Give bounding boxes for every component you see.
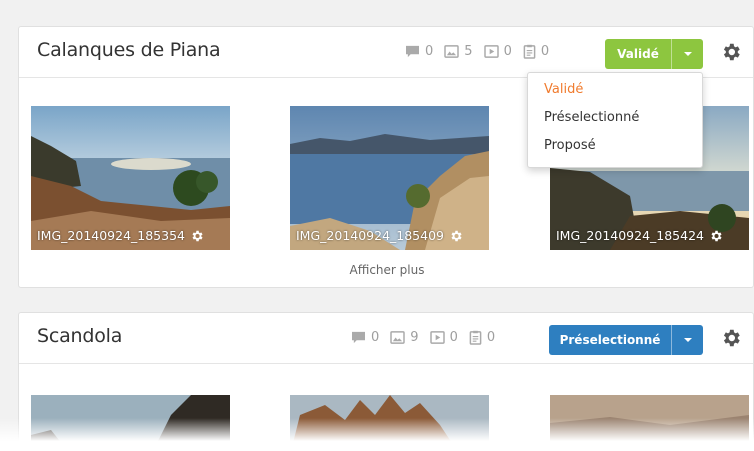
comment-icon bbox=[405, 45, 420, 58]
photo-caption: IMG_20140924_185424 bbox=[556, 228, 723, 243]
image-icon bbox=[390, 331, 405, 344]
document-icon bbox=[469, 330, 482, 345]
videos-count: 0 bbox=[430, 330, 458, 345]
photo-caption: IMG_20140924_185354 bbox=[37, 228, 204, 243]
images-count: 9 bbox=[390, 330, 419, 345]
album-stats: 0 5 0 0 bbox=[405, 44, 560, 59]
image-icon bbox=[444, 45, 459, 58]
caret-down-icon bbox=[683, 337, 693, 343]
show-more-link[interactable]: Afficher plus bbox=[19, 263, 754, 277]
photo-thumbnail[interactable]: IMG_20140924_185354 bbox=[31, 106, 230, 250]
status-dropdown-menu: Validé Préselectionné Proposé bbox=[527, 72, 703, 168]
gear-icon[interactable] bbox=[720, 327, 742, 349]
bottom-fade bbox=[0, 418, 754, 451]
document-icon bbox=[523, 44, 536, 59]
comments-count: 0 bbox=[405, 44, 433, 59]
album-stats: 0 9 0 0 bbox=[351, 330, 506, 345]
status-button[interactable]: Validé bbox=[605, 39, 671, 69]
documents-count: 0 bbox=[469, 330, 495, 345]
video-icon bbox=[484, 45, 499, 58]
dropdown-item-preselectionne[interactable]: Préselectionné bbox=[528, 109, 702, 137]
dropdown-item-valide[interactable]: Validé bbox=[528, 81, 702, 109]
images-count: 5 bbox=[444, 44, 473, 59]
status-dropdown-toggle[interactable] bbox=[671, 325, 703, 355]
card-header: Calanques de Piana 0 5 0 0 Validé bbox=[19, 27, 753, 78]
dropdown-item-propose[interactable]: Proposé bbox=[528, 137, 702, 165]
gear-icon[interactable] bbox=[449, 229, 463, 243]
status-button-group: Validé bbox=[605, 39, 703, 69]
comment-icon bbox=[351, 331, 366, 344]
gear-icon[interactable] bbox=[190, 229, 204, 243]
gear-icon[interactable] bbox=[720, 41, 742, 63]
status-button-group: Préselectionné bbox=[549, 325, 703, 355]
photo-thumbnail[interactable]: IMG_20140924_185409 bbox=[290, 106, 489, 250]
gear-icon[interactable] bbox=[709, 229, 723, 243]
video-icon bbox=[430, 331, 445, 344]
photo-caption: IMG_20140924_185409 bbox=[296, 228, 463, 243]
album-title: Calanques de Piana bbox=[37, 39, 221, 61]
videos-count: 0 bbox=[484, 44, 512, 59]
caret-down-icon bbox=[683, 51, 693, 57]
documents-count: 0 bbox=[523, 44, 549, 59]
comments-count: 0 bbox=[351, 330, 379, 345]
status-button[interactable]: Préselectionné bbox=[549, 325, 671, 355]
album-title: Scandola bbox=[37, 325, 123, 347]
status-dropdown-toggle[interactable] bbox=[671, 39, 703, 69]
card-header: Scandola 0 9 0 0 Préselectionné bbox=[19, 313, 753, 364]
